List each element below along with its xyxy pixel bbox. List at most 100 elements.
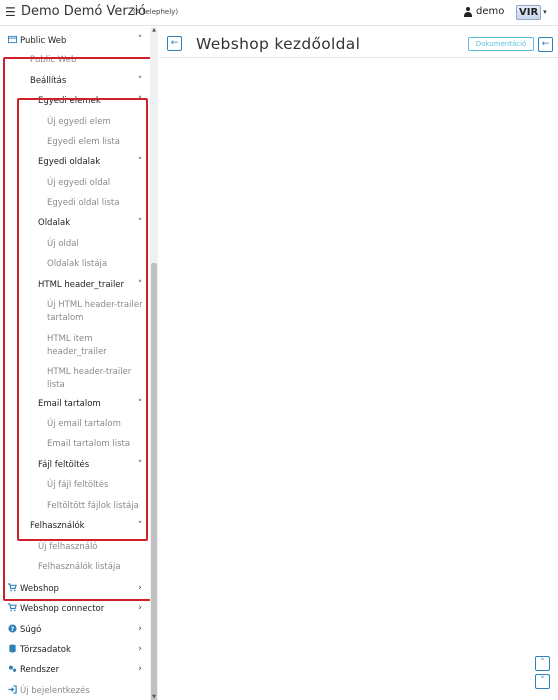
sidebar-item-label: Oldalak (38, 218, 71, 228)
chevron-right-icon: › (138, 624, 142, 634)
sidebar-item-email-tartalom-lista[interactable]: Email tartalom lista (0, 434, 148, 454)
sidebar-item-label: Egyedi elem lista (47, 137, 120, 147)
hamburger-icon[interactable]: ☰ (5, 5, 17, 19)
app-title: Demo Demó Verzió (21, 4, 147, 19)
cart-icon (8, 602, 17, 611)
sidebar-item-beallitas[interactable]: Beállítás ˅ (0, 71, 148, 91)
scroll-to-top-button[interactable]: ˄ (535, 656, 550, 671)
sidebar-item-label: Új HTML header-trailer (47, 300, 143, 310)
chevron-right-icon: › (138, 603, 142, 613)
user-name: demo (476, 6, 505, 17)
sidebar-item-label: Egyedi oldal lista (47, 198, 120, 208)
sidebar-item-label: Beállítás (30, 76, 67, 86)
chevron-right-icon: › (138, 664, 142, 674)
chevron-down-icon: ˅ (137, 280, 143, 290)
vir-logo: VIR (516, 4, 542, 20)
sidebar-item-sugo[interactable]: ? Súgó › (0, 619, 148, 639)
sidebar-item-label: Egyedi elemek (38, 96, 101, 106)
sidebar-item-label: header_trailer (47, 347, 107, 357)
svg-text:?: ? (11, 626, 15, 633)
sidebar-item-torzsadatok[interactable]: Törzsadatok › (0, 639, 148, 659)
sidebar-item-label: Webshop connector (20, 603, 105, 614)
help-icon: ? (8, 623, 17, 633)
chevron-down-icon: ˅ (137, 35, 143, 45)
sidebar-item-html-header-trailer-lista[interactable]: HTML header-trailer lista (0, 363, 148, 393)
sidebar-item-uj-felhasznalo[interactable]: Új felhasználó (0, 537, 148, 557)
globe-icon (8, 35, 17, 43)
sidebar-item-label: HTML header-trailer (47, 367, 132, 377)
caret-down-icon: ▾ (543, 8, 547, 16)
sidebar-scrollbar[interactable]: ▲ ▼ (150, 27, 158, 700)
sidebar-item-label: Súgó (20, 624, 42, 635)
documentation-button[interactable]: Dokumentáció (468, 37, 534, 51)
location-label: (A telephely) (133, 8, 179, 16)
sidebar-item-label: Felhasználók (30, 521, 85, 531)
collapse-panel-button[interactable]: ← (538, 37, 553, 52)
sidebar-item-label: Felhasználók listája (38, 562, 121, 572)
cart-icon (8, 582, 17, 591)
sidebar-item-oldalak[interactable]: Oldalak ˅ (0, 213, 148, 233)
sidebar-item-felhasznalok[interactable]: Felhasználók ˅ (0, 516, 148, 536)
sidebar-item-uj-fajl-feltoltes[interactable]: Új fájl feltöltés (0, 475, 148, 495)
sidebar-item-egyedi-oldal-lista[interactable]: Egyedi oldal lista (0, 193, 148, 213)
top-bar: ☰ Demo Demó Verzió (A telephely) demo VI… (0, 0, 558, 26)
scroll-down-arrow-icon[interactable]: ▼ (151, 694, 157, 700)
sidebar-item-label: Új fájl feltöltés (47, 480, 109, 490)
sidebar-item-uj-oldal[interactable]: Új oldal (0, 234, 148, 254)
sidebar-item-uj-bejelentkezes[interactable]: Új bejelentkezés (0, 680, 148, 700)
sidebar-item-egyedi-oldalak[interactable]: Egyedi oldalak ˅ (0, 152, 148, 172)
chevron-right-icon: › (138, 644, 142, 654)
sidebar-item-label: Feltöltött fájlok listája (47, 501, 139, 511)
sidebar-item-oldalak-listaja[interactable]: Oldalak listája (0, 254, 148, 274)
sidebar-item-email-tartalom[interactable]: Email tartalom ˅ (0, 394, 148, 414)
sidebar-item-label: Új felhasználó (38, 542, 98, 552)
chevron-down-icon: ˅ (137, 157, 143, 167)
sidebar-item-label: Új oldal (47, 239, 79, 249)
sidebar-item-uj-egyedi-elem[interactable]: Új egyedi elem (0, 112, 148, 132)
chevron-down-icon: ˅ (137, 399, 143, 409)
page-title: Webshop kezdőoldal (196, 35, 361, 53)
database-icon (9, 643, 16, 653)
sidebar-item-uj-email-tartalom[interactable]: Új email tartalom (0, 414, 148, 434)
sidebar: Public Web ˅ Public Web Beállítás ˅ Egye… (0, 27, 158, 700)
chevron-down-icon: ˅ (137, 76, 143, 86)
page-header: ← Webshop kezdőoldal Dokumentáció ← (160, 27, 558, 58)
sidebar-item-felhasznalok-listaja[interactable]: Felhasználók listája (0, 557, 148, 577)
logo-dropdown[interactable]: VIR ▾ (516, 4, 547, 20)
sidebar-item-rendszer[interactable]: Rendszer › (0, 659, 148, 679)
back-button[interactable]: ← (167, 36, 182, 51)
sidebar-item-label: Public Web (20, 35, 67, 46)
sidebar-item-label: Oldalak listája (47, 259, 108, 269)
sidebar-item-public-web[interactable]: Public Web ˅ (0, 30, 148, 50)
sidebar-item-html-header-trailer[interactable]: HTML header_trailer ˅ (0, 275, 148, 295)
sidebar-item-html-item[interactable]: HTML item header_trailer (0, 330, 148, 360)
sidebar-item-feltoltott-fajlok[interactable]: Feltöltött fájlok listája (0, 496, 148, 516)
sidebar-item-egyedi-elemek[interactable]: Egyedi elemek ˅ (0, 91, 148, 111)
sidebar-item-webshop[interactable]: Webshop › (0, 578, 148, 598)
sidebar-item-uj-html-header-trailer[interactable]: Új HTML header-trailer tartalom (0, 296, 148, 326)
login-icon (8, 684, 17, 694)
sidebar-item-label: Email tartalom (38, 399, 101, 409)
sidebar-item-uj-egyedi-oldal[interactable]: Új egyedi oldal (0, 173, 148, 193)
sidebar-item-egyedi-elem-lista[interactable]: Egyedi elem lista (0, 132, 148, 152)
sidebar-item-fajl-feltoltes[interactable]: Fájl feltöltés ˅ (0, 455, 148, 475)
sidebar-item-label: Rendszer (20, 664, 60, 675)
chevron-right-icon: › (138, 583, 142, 593)
main-content: ← Webshop kezdőoldal Dokumentáció ← (160, 27, 558, 700)
scroll-thumb[interactable] (151, 263, 157, 700)
sidebar-item-label: Egyedi oldalak (38, 157, 101, 167)
sidebar-item-webshop-connector[interactable]: Webshop connector › (0, 598, 148, 618)
sidebar-item-public-web-home[interactable]: Public Web (0, 50, 148, 70)
sidebar-item-label: Új bejelentkezés (20, 685, 90, 696)
sidebar-item-label: Új egyedi oldal (47, 178, 111, 188)
chevron-down-icon: ˅ (137, 521, 143, 531)
scroll-to-bottom-button[interactable]: ˅ (535, 674, 550, 689)
chevron-down-icon: ˅ (137, 96, 143, 106)
sidebar-item-label: Új email tartalom (47, 419, 121, 429)
sidebar-item-label: Webshop (20, 583, 59, 594)
sidebar-item-label: HTML header_trailer (38, 280, 125, 290)
chevron-down-icon: ˅ (137, 218, 143, 228)
cogs-icon (8, 665, 17, 672)
user-menu[interactable]: demo (463, 6, 504, 17)
scroll-up-arrow-icon[interactable]: ▲ (151, 27, 157, 33)
